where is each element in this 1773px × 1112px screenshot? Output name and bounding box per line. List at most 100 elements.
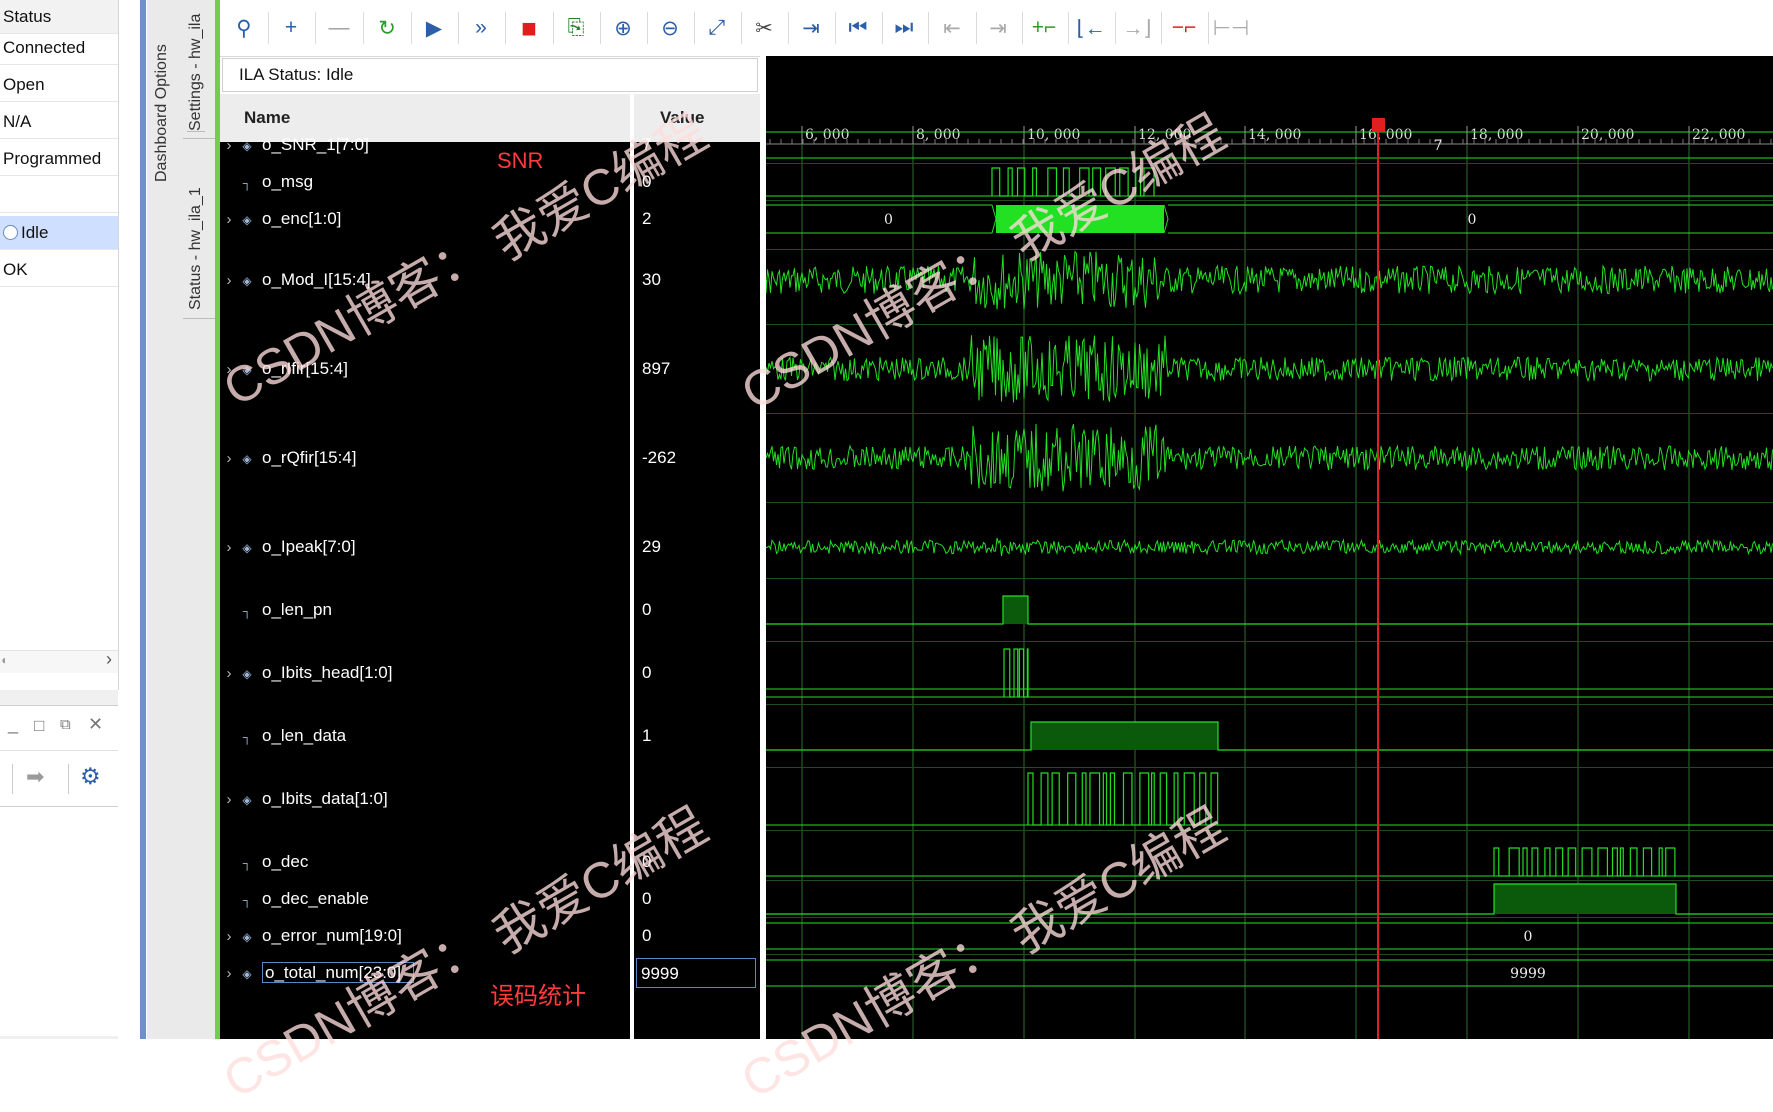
restore-icon[interactable]: □ <box>34 716 44 736</box>
toolbar-separator <box>694 12 695 44</box>
remove-icon[interactable]: — <box>323 12 355 44</box>
signal-row[interactable]: ┐ o_len_data <box>220 721 346 751</box>
run-icon[interactable]: ▶ <box>418 12 450 44</box>
prev-marker-icon[interactable]: ⌊← <box>1075 12 1107 44</box>
horizontal-scrollbar[interactable]: › ◖ <box>0 649 118 673</box>
signal-value[interactable]: 0 <box>642 167 651 197</box>
zoom-out-icon[interactable]: ⊖ <box>654 12 686 44</box>
signal-value[interactable]: 29 <box>642 532 661 562</box>
status-row[interactable]: Connected <box>0 31 118 65</box>
scroll-left-icon[interactable]: ◖ <box>0 653 7 667</box>
waveform-canvas[interactable]: 6, 000 8, 000 10, 000 12, 000 14, 000 16, 000… <box>765 56 1773 1039</box>
signal-row[interactable]: ┐ o_msg <box>220 167 313 197</box>
stop-icon[interactable]: ■ <box>513 12 545 44</box>
zoom-fit-icon[interactable]: ⤢ <box>701 12 733 44</box>
popout-icon[interactable]: ⧉ <box>60 716 71 733</box>
gear-icon[interactable]: ⚙ <box>80 763 101 790</box>
tab-dashboard-options[interactable]: Dashboard Options <box>153 44 171 182</box>
bus-signal-icon: ◈ <box>242 213 252 227</box>
signal-value[interactable]: 0 <box>642 921 651 951</box>
close-icon[interactable]: ✕ <box>88 714 103 735</box>
tab-settings[interactable]: Settings - hw_ila <box>187 13 205 132</box>
search-icon[interactable]: ⚲ <box>228 12 260 44</box>
status-header: Status <box>0 0 118 34</box>
signal-row[interactable]: › ◈ o_enc[1:0] <box>220 204 342 235</box>
chevron-right-icon[interactable]: › <box>220 131 238 161</box>
go-last-icon[interactable]: ⏭ <box>888 12 920 44</box>
status-row-label: Connected <box>3 38 86 57</box>
chevron-right-icon[interactable]: › <box>220 922 238 952</box>
signal-row[interactable]: › ◈ o_error_num[19:0] <box>220 921 402 951</box>
chevron-right-icon[interactable]: › <box>220 355 238 385</box>
toolbar-separator <box>928 12 929 44</box>
toolbar-separator <box>647 12 648 44</box>
signal-value[interactable]: 9999 <box>636 958 756 988</box>
chevron-right-icon[interactable]: › <box>220 785 238 815</box>
run-fast-icon[interactable]: » <box>465 12 497 44</box>
signal-value[interactable]: 0 <box>642 847 651 877</box>
signal-row[interactable]: › ◈ o_rIfir[15:4] <box>220 354 349 385</box>
error-count-annotation: 误码统计 <box>490 983 586 1010</box>
signal-row[interactable]: › ◈ o_Mod_I[15:4] <box>220 265 371 295</box>
marker-add-icon[interactable]: ⇥ <box>795 12 827 44</box>
status-row[interactable] <box>0 179 118 213</box>
signal-row[interactable]: › ◈ o_Ibits_head[1:0] <box>220 658 393 689</box>
signal-value[interactable]: 0 <box>642 595 651 625</box>
toolbar-separator <box>741 12 742 44</box>
tab-status[interactable]: Status - hw_ila_1 <box>187 187 205 310</box>
add-icon[interactable]: + <box>275 12 307 44</box>
refresh-icon[interactable]: ↻ <box>371 12 403 44</box>
status-row[interactable]: Idle <box>0 216 118 250</box>
status-row[interactable]: Programmed <box>0 142 118 176</box>
signal-row[interactable]: ┐ o_dec <box>220 847 309 877</box>
next-marker-icon[interactable]: →⌋ <box>1121 12 1153 44</box>
signal-value[interactable]: -262 <box>642 443 676 473</box>
chevron-right-icon[interactable]: › <box>220 659 238 689</box>
signal-value[interactable]: 7 <box>642 130 651 160</box>
go-first-icon[interactable]: ⏮ <box>842 12 874 44</box>
signal-row[interactable]: ┐ o_len_pn <box>220 595 332 625</box>
chevron-right-icon[interactable]: › <box>106 649 112 670</box>
signal-row[interactable]: › ◈ o_total_num[23:0] <box>220 958 415 989</box>
signal-value[interactable]: 897 <box>642 354 670 384</box>
forward-icon[interactable]: ➡ <box>26 764 44 790</box>
signal-value[interactable]: 0 <box>642 884 651 914</box>
signal-row[interactable]: › ◈ o_Ibits_data[1:0] <box>220 784 388 814</box>
toolbar-separator <box>1161 12 1162 44</box>
status-row[interactable]: OK <box>0 253 118 287</box>
toolbar-separator <box>315 12 316 44</box>
toolbar-separator <box>976 12 977 44</box>
signal-value[interactable]: 1 <box>642 721 651 751</box>
cursor-handle <box>1372 118 1385 132</box>
prev-edge-icon[interactable]: ⇤ <box>936 12 968 44</box>
chevron-right-icon[interactable]: › <box>220 266 238 296</box>
signal-row[interactable]: › ◈ o_SNR_1[7:0] <box>220 130 369 160</box>
signal-value[interactable]: 2 <box>642 204 651 234</box>
analog-trace <box>765 537 1773 556</box>
signal-name: o_Mod_I[15:4] <box>262 270 371 289</box>
signal-row[interactable]: ┐ o_dec_enable <box>220 884 369 914</box>
chevron-right-icon[interactable]: › <box>220 959 238 989</box>
next-edge-icon[interactable]: ⇥ <box>982 12 1014 44</box>
chevron-right-icon[interactable]: › <box>220 533 238 563</box>
waveform-view[interactable]: 6, 000 8, 000 10, 000 12, 000 14, 000 16, 000… <box>765 56 1773 1039</box>
chevron-right-icon[interactable]: › <box>220 205 238 235</box>
status-row[interactable]: Open <box>0 68 118 102</box>
signal-row[interactable]: › ◈ o_rQfir[15:4] <box>220 443 357 473</box>
signal-row[interactable]: › ◈ o_Ipeak[7:0] <box>220 532 356 562</box>
signal-name: o_Ibits_head[1:0] <box>262 663 393 682</box>
minimize-icon[interactable]: _ <box>8 714 18 735</box>
delete-marker-icon[interactable]: −⌐ <box>1168 12 1200 44</box>
signal-value[interactable]: 0 <box>642 658 651 688</box>
signal-value[interactable]: 30 <box>642 265 661 295</box>
toolbar-separator <box>1208 12 1209 44</box>
status-row-label: Open <box>3 75 45 94</box>
zoom-in-icon[interactable]: ⊕ <box>607 12 639 44</box>
chevron-right-icon[interactable]: › <box>220 444 238 474</box>
export-icon[interactable]: ⎘ <box>560 12 592 44</box>
add-marker-icon[interactable]: +⌐ <box>1028 12 1060 44</box>
marker-cut-icon[interactable]: ✂ <box>748 12 780 44</box>
measure-icon[interactable]: ⊢⊣ <box>1213 12 1250 44</box>
status-row[interactable]: N/A <box>0 105 118 139</box>
value-column-header[interactable]: Value <box>634 94 760 142</box>
